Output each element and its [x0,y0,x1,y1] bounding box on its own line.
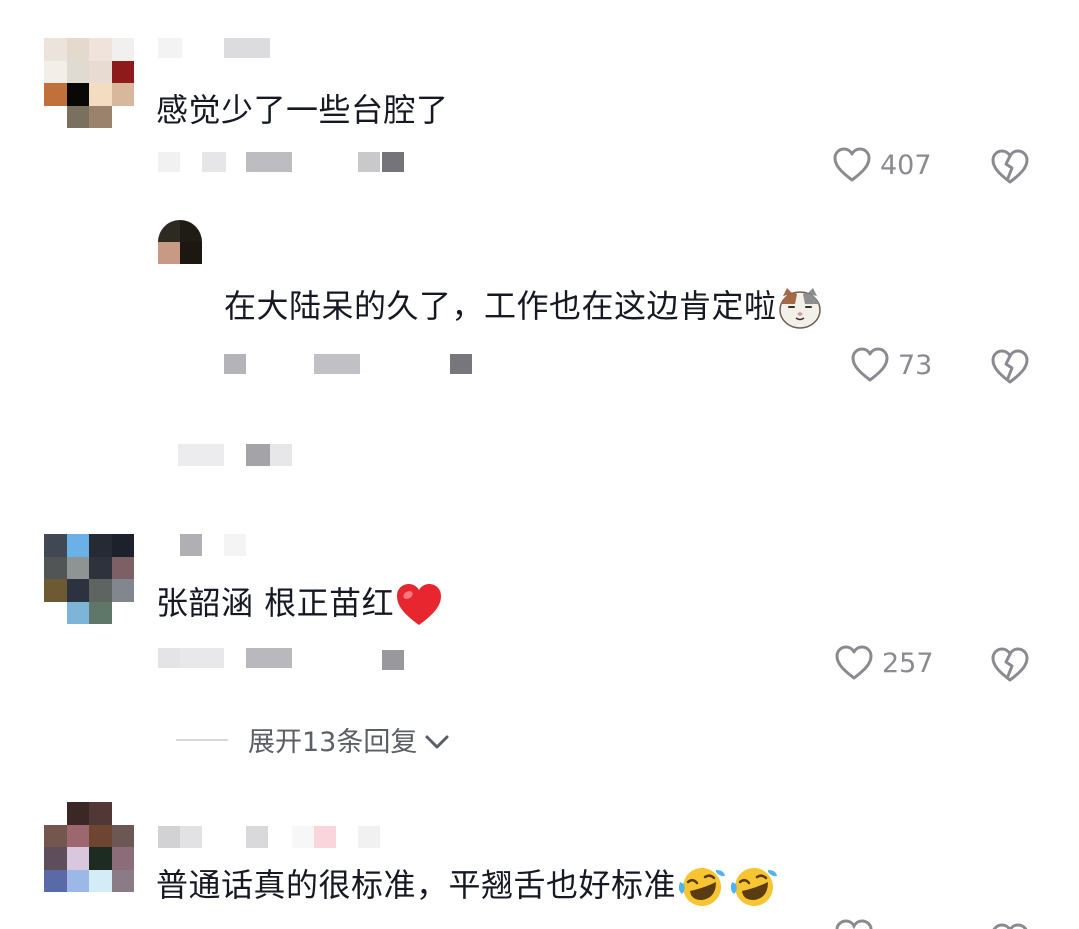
reply-button[interactable] [382,152,404,172]
dislike-button[interactable] [990,646,1030,688]
comment-text: 感觉少了一些台腔了 [156,91,449,129]
comment-meta [246,152,292,172]
divider [176,738,228,741]
username[interactable] [158,38,182,58]
comment-meta [202,152,226,172]
reply-text-content: 在大陆呆的久了，工作也在这边肯定啦 [224,287,777,325]
broken-heart-icon [991,349,1029,384]
tears-of-joy-emoji [678,868,726,906]
red-heart-emoji [397,584,442,625]
broken-heart-icon [991,647,1029,682]
comment-meta [246,648,292,668]
comment-meta [224,354,246,374]
heart-outline-icon [835,645,873,680]
avatar[interactable] [44,534,134,624]
avatar[interactable] [44,38,134,128]
comment-text: 张韶涵 根正苗红 [156,582,444,628]
broken-heart-icon [991,149,1029,184]
username[interactable] [292,826,314,848]
comment-text: 普通话真的很标准，平翘舌也好标准 [156,864,780,910]
dislike-button[interactable] [990,918,1030,929]
chevron-down-icon [425,735,449,748]
expand-replies-button[interactable] [246,444,270,466]
heart-outline-icon [851,347,889,382]
expand-replies-button[interactable]: 展开13条回复 [176,720,451,759]
reply-button[interactable] [450,354,472,374]
comment-meta [158,152,180,172]
username[interactable] [180,826,202,848]
username[interactable] [314,826,336,848]
heart-outline-icon [835,919,873,929]
comment-meta [314,354,360,374]
heart-outline-icon [833,147,871,182]
username[interactable] [224,38,270,58]
reply-button[interactable] [382,650,404,670]
comment-meta [158,648,180,668]
comment-list: 感觉少了一些台腔了 407 在大陆呆的久了，工作也在这边肯定啦 73 张韶涵 根… [0,0,1079,929]
tears-of-joy-emoji [730,868,778,906]
username[interactable] [224,534,246,556]
expand-replies-label: 展开13条回复 [248,727,418,758]
like-count: 257 [882,647,934,679]
username[interactable] [158,826,180,848]
comment-meta [180,648,224,668]
like-button[interactable]: 407 [832,146,932,184]
like-button[interactable]: 257 [834,644,934,682]
comment-text-content: 普通话真的很标准，平翘舌也好标准 [156,866,677,904]
dislike-button[interactable] [990,348,1030,390]
comment-text-content: 张韶涵 根正苗红 [156,584,395,622]
username[interactable] [246,826,268,848]
expand-replies-button[interactable] [270,444,292,466]
like-count: 73 [898,349,933,381]
like-count: 407 [880,149,932,181]
reply-text: 在大陆呆的久了，工作也在这边肯定啦 [224,286,823,330]
cat-face-emoji [778,288,821,329]
dislike-button[interactable] [990,148,1030,190]
expand-replies-button[interactable] [178,444,224,466]
like-button[interactable] [834,918,874,929]
broken-heart-icon [992,923,1028,929]
username[interactable] [180,534,202,556]
reply-button[interactable] [358,152,380,172]
avatar[interactable] [158,220,202,264]
avatar[interactable] [44,802,134,892]
username[interactable] [358,826,380,848]
like-button[interactable]: 73 [850,346,932,384]
